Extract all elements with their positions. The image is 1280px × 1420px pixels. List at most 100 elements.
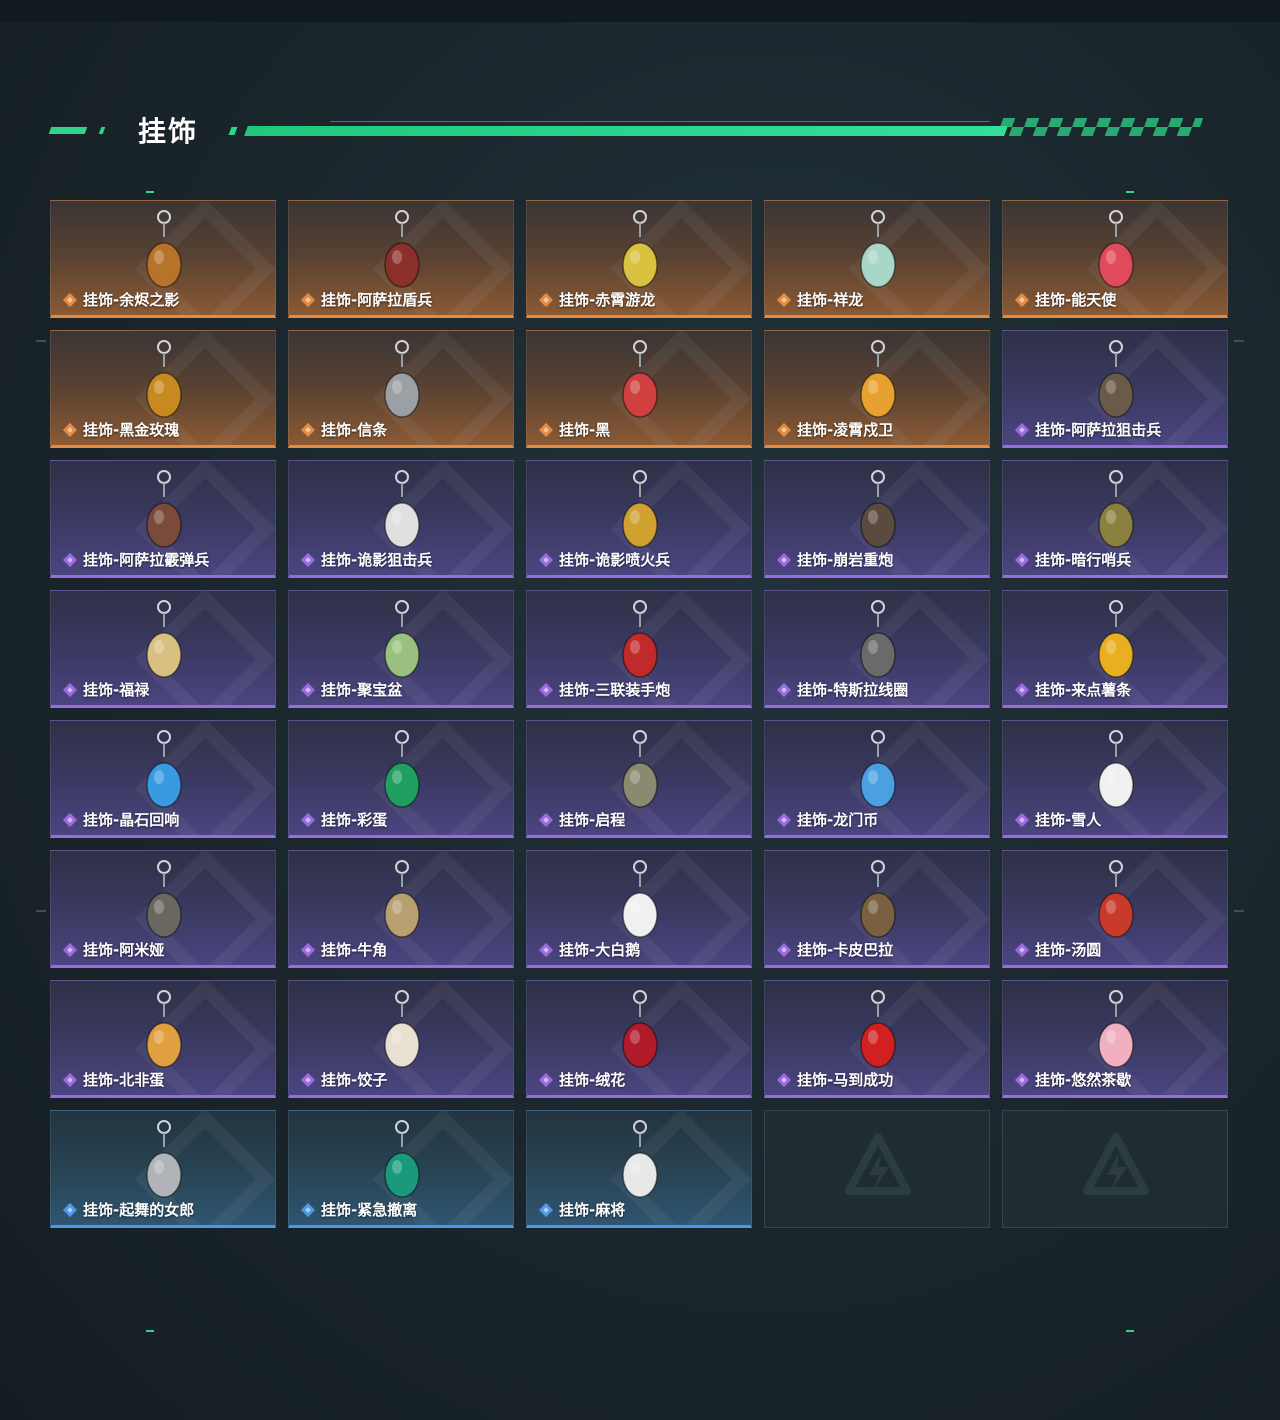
rarity-diamond-icon — [538, 422, 554, 437]
charm-name: 挂饰-汤圆 — [1035, 941, 1102, 959]
charm-name: 挂饰-余烬之影 — [83, 291, 180, 309]
charm-card[interactable]: 挂饰-紧急撤离 — [288, 1110, 514, 1228]
charm-name: 挂饰-凌霄戍卫 — [797, 421, 894, 439]
charm-name: 挂饰-赤霄游龙 — [559, 291, 656, 309]
horse-charm — [860, 990, 896, 1068]
top-strip — [0, 0, 1280, 22]
charm-name: 挂饰-祥龙 — [797, 291, 864, 309]
charm-name: 挂饰-紧急撤离 — [321, 1201, 418, 1219]
side-mark — [1234, 910, 1244, 912]
tag-charm — [622, 340, 658, 418]
charm-card[interactable]: 挂饰-诡影狙击兵 — [288, 460, 514, 578]
charm-card[interactable]: 挂饰-牛角 — [288, 850, 514, 968]
charm-label: 挂饰-赤霄游龙 — [537, 289, 655, 310]
charm-card[interactable]: 挂饰-雪人 — [1002, 720, 1228, 838]
empty-slot — [764, 1110, 990, 1228]
charm-name: 挂饰-麻将 — [559, 1201, 626, 1219]
charm-name: 挂饰-福禄 — [83, 681, 150, 699]
charm-card[interactable]: 挂饰-晶石回响 — [50, 720, 276, 838]
egg-charm — [384, 730, 420, 808]
hand-cannon-charm — [622, 600, 658, 678]
charm-name: 挂饰-绒花 — [559, 1071, 626, 1089]
rarity-diamond-icon — [300, 552, 316, 567]
horns-charm — [384, 860, 420, 938]
charm-card[interactable]: 挂饰-阿米娅 — [50, 850, 276, 968]
charm-name: 挂饰-雪人 — [1035, 811, 1102, 829]
guardian-charm — [860, 340, 896, 418]
charm-label: 挂饰-起舞的女郎 — [61, 1199, 194, 1220]
charm-card[interactable]: 挂饰-祥龙 — [764, 200, 990, 318]
charm-card[interactable]: 挂饰-阿萨拉狙击兵 — [1002, 330, 1228, 448]
charm-card[interactable]: 挂饰-黑 — [526, 330, 752, 448]
charm-name: 挂饰-阿萨拉狙击兵 — [1035, 421, 1162, 439]
charm-card[interactable]: 挂饰-三联装手炮 — [526, 590, 752, 708]
rarity-diamond-icon — [300, 422, 316, 437]
charm-label: 挂饰-黑 — [537, 419, 610, 440]
charm-card[interactable]: 挂饰-麻将 — [526, 1110, 752, 1228]
charm-card[interactable]: 挂饰-彩蛋 — [288, 720, 514, 838]
charm-card[interactable]: 挂饰-阿萨拉盾兵 — [288, 200, 514, 318]
charm-label: 挂饰-汤圆 — [1013, 939, 1101, 960]
charm-card[interactable]: 挂饰-余烬之影 — [50, 200, 276, 318]
rarity-diamond-icon — [300, 682, 316, 697]
charm-card[interactable]: 挂饰-卡皮巴拉 — [764, 850, 990, 968]
rarity-diamond-icon — [300, 812, 316, 827]
charm-card[interactable]: 挂饰-赤霄游龙 — [526, 200, 752, 318]
header-line-thin — [330, 121, 990, 122]
charm-card[interactable]: 挂饰-汤圆 — [1002, 850, 1228, 968]
charm-label: 挂饰-祥龙 — [775, 289, 863, 310]
charm-label: 挂饰-悠然茶歇 — [1013, 1069, 1131, 1090]
charm-card[interactable]: 挂饰-凌霄戍卫 — [764, 330, 990, 448]
charm-card[interactable]: 挂饰-龙门币 — [764, 720, 990, 838]
charm-card[interactable]: 挂饰-福禄 — [50, 590, 276, 708]
shadow-figure-charm — [146, 210, 182, 288]
phantom-flamer-charm — [622, 470, 658, 548]
charm-name: 挂饰-黑 — [559, 421, 611, 439]
rarity-diamond-icon — [1014, 552, 1030, 567]
charm-name: 挂饰-龙门币 — [797, 811, 879, 829]
charm-name: 挂饰-阿萨拉盾兵 — [321, 291, 433, 309]
charm-card[interactable]: 挂饰-北非蛋 — [50, 980, 276, 1098]
charm-card[interactable]: 挂饰-聚宝盆 — [288, 590, 514, 708]
charm-card[interactable]: 挂饰-暗行哨兵 — [1002, 460, 1228, 578]
charm-label: 挂饰-信条 — [299, 419, 387, 440]
black-gold-rose-charm — [146, 340, 182, 418]
ring-badge-charm — [622, 730, 658, 808]
rarity-diamond-icon — [1014, 292, 1030, 307]
rarity-diamond-icon — [776, 1072, 792, 1087]
crystal-charm — [146, 730, 182, 808]
charm-card[interactable]: 挂饰-马到成功 — [764, 980, 990, 1098]
charm-card[interactable]: 挂饰-诡影喷火兵 — [526, 460, 752, 578]
charm-label: 挂饰-诡影喷火兵 — [537, 549, 670, 570]
charm-label: 挂饰-绒花 — [537, 1069, 625, 1090]
rarity-diamond-icon — [776, 552, 792, 567]
charm-card[interactable]: 挂饰-来点薯条 — [1002, 590, 1228, 708]
charm-card[interactable]: 挂饰-启程 — [526, 720, 752, 838]
charm-card[interactable]: 挂饰-悠然茶歇 — [1002, 980, 1228, 1098]
charm-name: 挂饰-饺子 — [321, 1071, 388, 1089]
charm-label: 挂饰-暗行哨兵 — [1013, 549, 1131, 570]
delta-logo-icon — [845, 1133, 911, 1195]
charm-card[interactable]: 挂饰-信条 — [288, 330, 514, 448]
charm-card[interactable]: 挂饰-黑金玫瑰 — [50, 330, 276, 448]
exit-sign-charm — [384, 1120, 420, 1198]
fries-charm — [1098, 600, 1134, 678]
charm-card[interactable]: 挂饰-阿萨拉霰弹兵 — [50, 460, 276, 578]
rarity-diamond-icon — [538, 682, 554, 697]
header-dash — [48, 127, 88, 134]
capybara-charm — [860, 860, 896, 938]
charm-card[interactable]: 挂饰-特斯拉线圈 — [764, 590, 990, 708]
charm-card[interactable]: 挂饰-能天使 — [1002, 200, 1228, 318]
charm-card[interactable]: 挂饰-崩岩重炮 — [764, 460, 990, 578]
charm-label: 挂饰-余烬之影 — [61, 289, 179, 310]
charm-name: 挂饰-诡影喷火兵 — [559, 551, 671, 569]
charm-label: 挂饰-马到成功 — [775, 1069, 893, 1090]
charm-name: 挂饰-悠然茶歇 — [1035, 1071, 1132, 1089]
rarity-diamond-icon — [62, 1202, 78, 1217]
charm-card[interactable]: 挂饰-起舞的女郎 — [50, 1110, 276, 1228]
charm-card[interactable]: 挂饰-大白鹅 — [526, 850, 752, 968]
velvet-flower-charm — [622, 990, 658, 1068]
charm-card[interactable]: 挂饰-绒花 — [526, 980, 752, 1098]
charm-card[interactable]: 挂饰-饺子 — [288, 980, 514, 1098]
cupcake-charm — [1098, 990, 1134, 1068]
